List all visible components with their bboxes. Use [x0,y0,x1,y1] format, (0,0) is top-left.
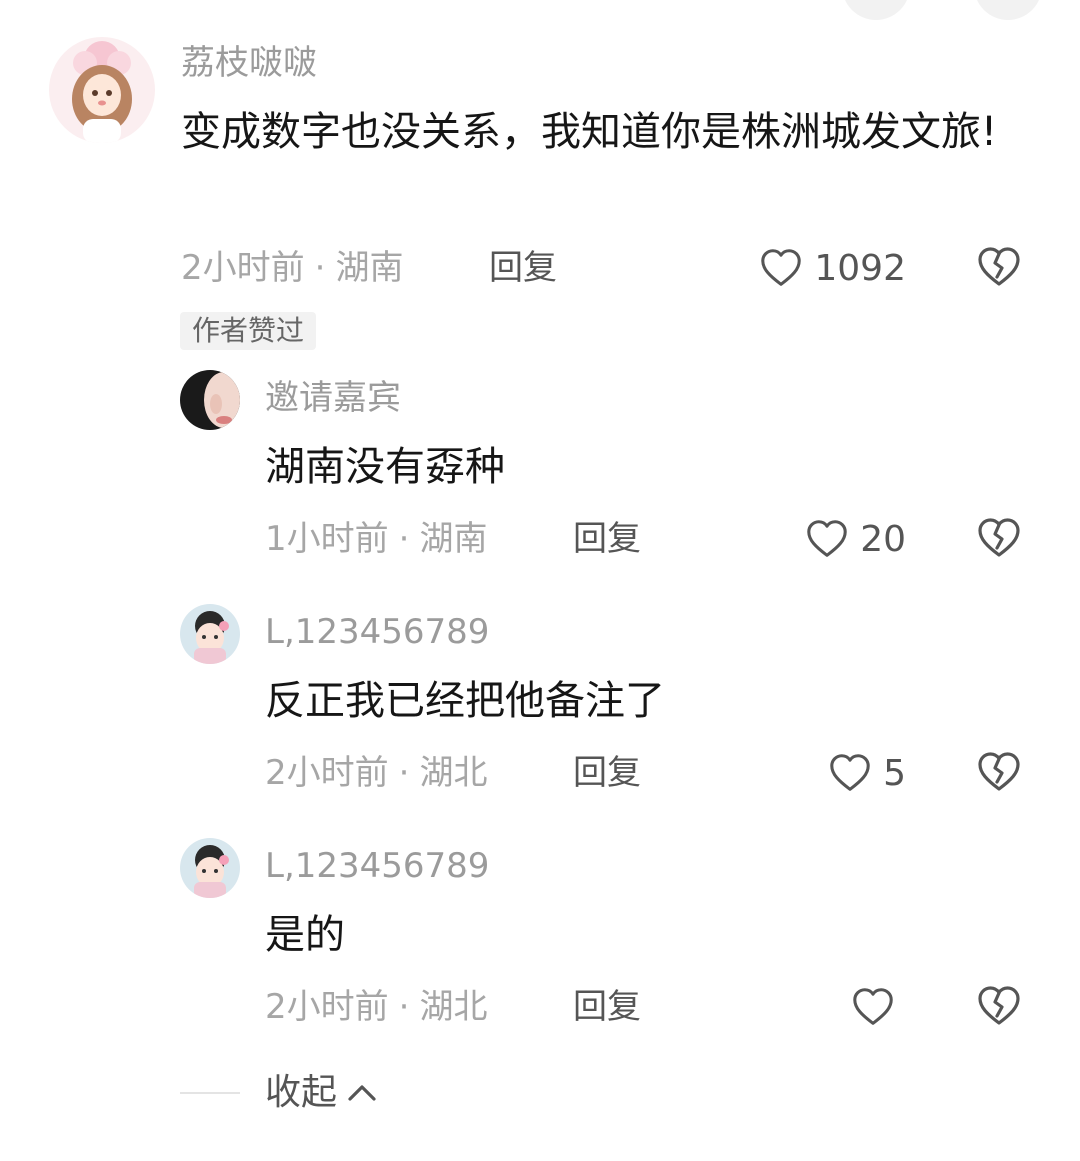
reply-content: 湖南没有孬种 [265,444,505,490]
comment-meta: 2小时前 · 湖南 [181,248,403,288]
comment-location: 湖南 [335,248,404,288]
reply-time: 2小时前 [265,987,389,1027]
reply-username[interactable]: 邀请嘉宾 [265,378,401,418]
reply-button[interactable]: 回复 [489,248,557,288]
like-count: 20 [860,518,906,560]
reply-username[interactable]: L,123456789 [265,612,489,652]
broken-heart-icon [978,518,1020,557]
dislike-button[interactable] [975,243,1023,291]
collapse-label: 收起 [265,1072,338,1113]
reply-content: 是的 [265,912,345,958]
reply-meta: 2小时前 · 湖北 [265,753,487,793]
heart-outline-icon [853,988,893,1025]
like-count: 5 [883,752,906,794]
avatar[interactable] [180,838,240,898]
like-button[interactable]: 5 [700,749,906,797]
reply-button[interactable]: 回复 [573,987,641,1027]
top-action-button[interactable] [974,0,1042,20]
reply-location: 湖南 [419,519,488,559]
broken-heart-icon [978,247,1020,286]
broken-heart-icon [978,752,1020,791]
dislike-button[interactable] [975,514,1023,562]
avatar[interactable] [49,37,155,143]
reply-button[interactable]: 回复 [573,753,641,793]
broken-heart-icon [978,986,1020,1025]
heart-outline-icon [830,754,870,791]
heart-outline-icon [761,249,802,286]
reply-location: 湖北 [419,753,488,793]
collapse-replies-button[interactable]: 收起 [265,1072,379,1114]
avatar[interactable] [180,604,240,664]
like-count: 1092 [814,247,906,289]
comment-content: 变成数字也没关系，我知道你是株洲城发文旅! [181,109,998,155]
meta-separator: · [398,753,410,793]
reply-time: 2小时前 [265,753,389,793]
reply-time: 1小时前 [265,519,389,559]
collapse-divider [180,1092,240,1094]
avatar[interactable] [180,370,240,430]
top-action-button[interactable] [842,0,910,20]
meta-separator: · [398,987,410,1027]
like-button[interactable]: 20 [700,515,906,563]
comment-thread: 荔枝啵啵 变成数字也没关系，我知道你是株洲城发文旅! 2小时前 · 湖南 回复 10… [0,0,1080,1161]
like-button[interactable] [700,983,906,1031]
dislike-button[interactable] [975,982,1023,1030]
author-liked-badge: 作者赞过 [180,312,317,350]
reply-button[interactable]: 回复 [573,519,641,559]
chevron-up-icon [348,1085,376,1101]
reply-meta: 2小时前 · 湖北 [265,987,487,1027]
like-button[interactable]: 1092 [700,244,906,292]
heart-outline-icon [807,520,847,557]
reply-username[interactable]: L,123456789 [265,846,489,886]
reply-content: 反正我已经把他备注了 [265,678,665,724]
dislike-button[interactable] [975,748,1023,796]
meta-separator: · [314,248,326,288]
reply-location: 湖北 [419,987,488,1027]
comment-username[interactable]: 荔枝啵啵 [181,43,317,83]
meta-separator: · [398,519,410,559]
comment-time: 2小时前 [181,248,305,288]
reply-meta: 1小时前 · 湖南 [265,519,487,559]
